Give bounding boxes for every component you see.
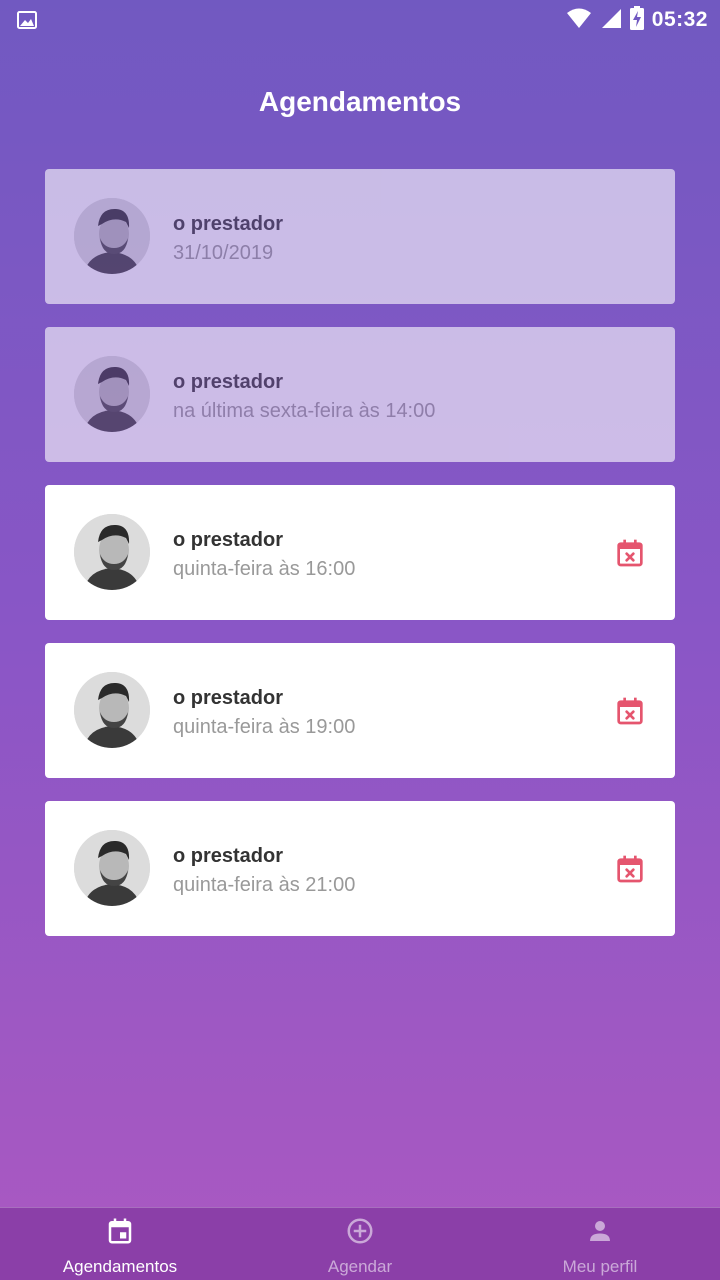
appointment-card: o prestador quinta-feira às 21:00 [45, 801, 675, 936]
appointment-info: o prestador na última sexta-feira às 14:0… [173, 371, 435, 423]
image-notification-icon [16, 9, 38, 31]
appointment-info: o prestador quinta-feira às 21:00 [173, 845, 355, 897]
add-circle-icon [345, 1216, 375, 1251]
avatar [74, 672, 150, 748]
tab-agendar[interactable]: Agendar [240, 1208, 480, 1280]
tab-label: Agendamentos [62, 1257, 178, 1276]
bottom-tab-bar: Agendamentos Agendar Meu perfil [0, 1207, 720, 1280]
appointment-card: o prestador quinta-feira às 19:00 [45, 643, 675, 778]
provider-name: o prestador [173, 371, 284, 393]
avatar [74, 514, 150, 590]
avatar [74, 830, 150, 906]
status-time: 05:32 [651, 8, 708, 31]
tab-label: Meu perfil [562, 1257, 638, 1276]
cancel-appointment-icon[interactable] [614, 853, 646, 885]
provider-name: o prestador [173, 213, 284, 235]
appointment-list: o prestador 31/10/2019 o prestador na últim… [45, 169, 675, 959]
page-title: Agendamentos [258, 86, 462, 117]
appointment-card: o prestador na última sexta-feira às 14:0… [45, 327, 675, 462]
provider-name: o prestador [173, 845, 284, 867]
provider-name: o prestador [173, 687, 284, 709]
signal-icon [600, 7, 622, 34]
wifi-icon [566, 7, 592, 34]
appointment-date: 31/10/2019 [173, 242, 274, 264]
cancel-appointment-icon[interactable] [614, 695, 646, 727]
battery-charging-icon [629, 5, 644, 35]
avatar [74, 356, 150, 432]
appointment-info: o prestador quinta-feira às 16:00 [173, 529, 355, 581]
appointment-date: quinta-feira às 21:00 [173, 874, 356, 896]
appointment-date: na última sexta-feira às 14:00 [173, 400, 436, 422]
appointment-info: o prestador quinta-feira às 19:00 [173, 687, 355, 739]
tab-agendamentos[interactable]: Agendamentos [0, 1208, 240, 1280]
tab-meu-perfil[interactable]: Meu perfil [480, 1208, 720, 1280]
appointment-date: quinta-feira às 19:00 [173, 716, 356, 738]
status-bar: 05:32 [0, 0, 720, 40]
appointment-info: o prestador 31/10/2019 [173, 213, 283, 265]
person-icon [585, 1216, 615, 1251]
appointment-date: quinta-feira às 16:00 [173, 558, 356, 580]
appointment-card: o prestador 31/10/2019 [45, 169, 675, 304]
calendar-icon [105, 1216, 135, 1251]
avatar [74, 198, 150, 274]
tab-label: Agendar [327, 1257, 393, 1276]
appointment-card: o prestador quinta-feira às 16:00 [45, 485, 675, 620]
provider-name: o prestador [173, 529, 284, 551]
cancel-appointment-icon[interactable] [614, 537, 646, 569]
